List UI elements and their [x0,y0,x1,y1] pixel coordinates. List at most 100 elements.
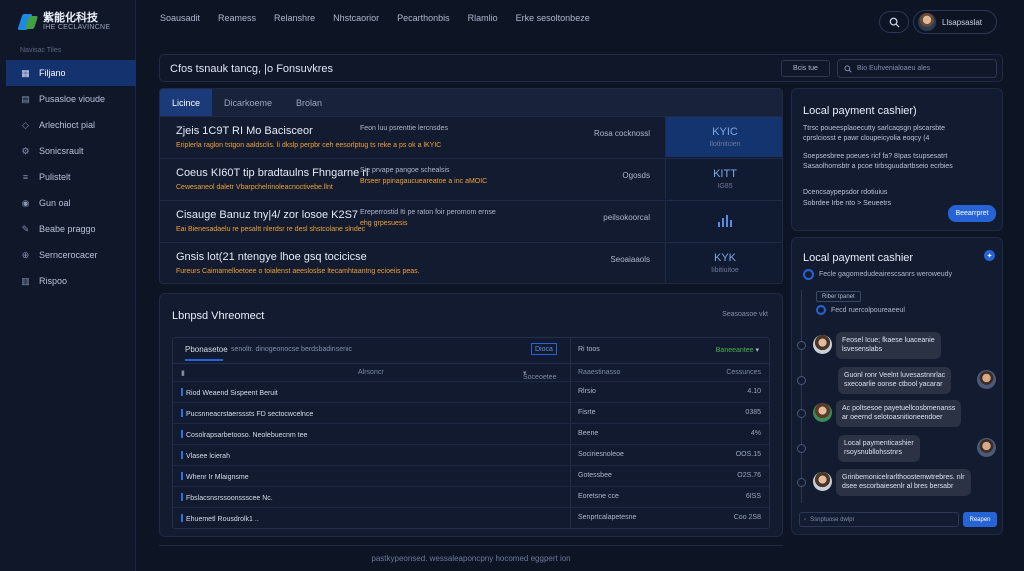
license-subtitle: Eai Bienesadaelu re pesaltt nlerdsr re d… [176,226,366,233]
topnav-link-0[interactable]: Soausadit [160,13,200,23]
timeline-dot-icon [797,409,806,418]
topnav-link-3[interactable]: Nhstcaorior [333,13,379,23]
table-row[interactable]: Riod Weaend Sispeent Beruit Rlrsio 4.10 [173,381,769,402]
sidebar-item-0[interactable]: ▦ Filjano [6,60,136,86]
list-right-select[interactable]: Baneeantee ▾ [716,346,759,354]
license-row[interactable]: Cisauge Banuz tny|4/ zor losoe K2S7 Eai B… [160,200,782,241]
table-row[interactable]: Cosolrapsarbetooso. Neolebuecnm tee Beene… [173,423,769,444]
sidebar-item-label: Filjano [39,68,66,78]
list-badge[interactable]: Dioca [531,343,557,355]
list-title: Lbnpsd Vhreomect [172,310,265,322]
sidebar-item-7[interactable]: ⊕ Serncerocacer [6,242,136,268]
table-row[interactable]: Fbslacsnsrssoonssscee Nc. Eoretsne cce 6IS… [173,486,769,507]
license-badge[interactable] [665,201,782,241]
row-status: Eoretsne cce [578,493,619,500]
list-tab[interactable]: Pbonasetoe [185,345,228,354]
license-tab-2[interactable]: Brolan [284,89,334,116]
sidebar-item-5[interactable]: ◉ Gun oal [6,190,136,216]
topnav-link-6[interactable]: Erke sesoltonbeze [516,13,590,23]
license-badge[interactable]: KYIC Ilotinitcien [665,117,782,157]
license-row[interactable]: Coeus KI60T tip bradtaulns Fhngarne rl Ce… [160,158,782,199]
banner-search-placeholder: Bio Euhvenialoaeu ales [857,65,931,72]
sidebar-item-2[interactable]: ◇ Arlechioct pial [6,112,136,138]
license-badge[interactable]: KITT IG85 [665,159,782,199]
logo[interactable]: 紫能化科技 IHE CECLAVINCNE [17,11,110,32]
table-row[interactable]: Ehuemetl Rousdrolk1 .. Senprtcalapetesne C… [173,507,769,528]
list-subtitle: senoltr. dinogeonocse berdsbadinsenic [231,346,353,353]
license-badge[interactable]: KYK Iibitiuitoe [665,243,782,283]
table-row[interactable]: Pucsnneacrstaersssts FD sectocwcelnce Fis… [173,402,769,423]
chat-avatar [813,472,832,491]
chat-online-status: Fecle gagomedudeairescsanrs weroweudy [803,269,952,280]
sidebar-item-4[interactable]: ≡ Pulistelt [6,164,136,190]
topnav-link-2[interactable]: Relanshre [274,13,315,23]
license-badge-label: Iibitiuitoe [711,267,739,274]
chat-message: Ac poltsesoe payetuellcosbmenanss ar oeer… [836,400,962,427]
search-icon [844,64,852,73]
chat-input-placeholder: Ssnptuose dwlpr [810,516,855,523]
license-tabs: Licince Dicarkoeme Brolan [160,89,782,116]
license-tab-1[interactable]: Dicarkoeme [212,89,284,116]
user-avatar [918,13,936,31]
sidebar-item-1[interactable]: ▤ Pusasloe vioude [6,86,136,112]
license-row[interactable]: Zjeis 1C9T RI Mo Bacisceor Eriplerla ragl… [160,116,782,157]
chat-message: Grinbemonicelrarlthoostemwtrebres. nlr ds… [836,469,971,496]
chat-message-line: sxecoarlie oonse ctbool yacarar [844,381,943,389]
table-row[interactable]: Vlasee lcierah Sociriesnoleoe OOS.15 [173,444,769,465]
sidebar-item-label: Beabe praggo [39,224,96,234]
table-row[interactable]: Whenr Ir Mlaignsme Gotessbee O2S.76 [173,465,769,486]
footer: pastkypeonsed. wessaleaponcpny hocomed e… [159,545,783,563]
payment-card-line: Dcencsaypepsdor rdotiuius [803,189,888,196]
row-status: Gotessbee [578,472,612,479]
top-navigation: Soausadit Reamess Relanshre Nhstcaorior Peca… [160,13,590,23]
chat-input[interactable]: ▫ Ssnptuose dwlpr [799,512,959,527]
bar-chart-icon [718,215,732,227]
col-header-1: Alrsoncr [358,369,384,376]
timeline-dot-icon [797,444,806,453]
topnav-link-1[interactable]: Reamess [218,13,256,23]
payment-card-line: Sasaolhomsbtr a pcoe tirbsguudartbseio e… [803,163,953,170]
row-value: Coo 2S8 [733,514,761,521]
chat-settings-icon[interactable]: ✦ [984,250,995,261]
payment-card-button[interactable]: Beearrpret [948,205,996,222]
topnav-link-5[interactable]: Rlamlio [468,13,498,23]
row-value: 4% [750,430,761,437]
chat-system-message: Fecd ruercolpoureaeeul [816,305,905,315]
user-menu[interactable]: Llsapsaslat [913,10,997,34]
license-status: Ogosds [622,171,650,180]
sidebar-item-3[interactable]: ⚙ Sonicsrault [6,138,136,164]
timeline-dot-icon [797,341,806,350]
list-tab-underline [185,359,223,361]
row-name: Ehuemetl Rousdrolk1 .. [181,514,259,523]
license-tab-0[interactable]: Licince [160,89,213,116]
list-table: Pbonasetoe senoltr. dinogeonocse berdsba… [172,337,770,529]
banner-search-input[interactable]: Bio Euhvenialoaeu ales [837,59,997,78]
list-meta: Seasoasoe vkt [722,311,768,318]
chat-tag: Riber tpanet [816,291,861,302]
chat-message-line: Local paymenticashier [844,440,914,447]
chat-send-button[interactable]: Reapen [963,512,997,527]
license-description: Feon luu psrenttie lercnsdes [360,125,448,132]
search-button[interactable] [879,11,909,33]
license-badge-code: KYK [713,252,736,264]
payment-card-line: Ttrsc poueesplaoecutty sarlcaqsgn plscar… [803,125,946,132]
license-description: Ereperrostid Iti pe raton foir peromom e… [360,209,496,216]
list-icon: ≡ [22,171,29,182]
row-name: Riod Weaend Sispeent Beruit [181,388,278,397]
banner-button[interactable]: Bcis tue [781,60,830,77]
sidebar-section-label: Navisac Tiles [20,47,62,54]
row-status: Sociriesnoleoe [578,451,624,458]
topnav-link-4[interactable]: Pecarthonbis [397,13,450,23]
sidebar-item-8[interactable]: ▥ Rispoo [6,268,136,294]
document-icon: ▤ [21,93,30,104]
license-status: peilsokoorcal [603,213,650,222]
sidebar-item-6[interactable]: ✎ Beabe praggo [6,216,136,242]
list-column-headers: ▮ Alrsoncr Soceoetee ▾ Raaestinasso Cess… [173,363,769,381]
chevron-down-icon: ▾ [755,347,759,354]
license-row[interactable]: Gnsis lot(21 ntengye lhoe gsq tocicicse F… [160,242,782,283]
logo-mark-icon [17,12,39,32]
brand-title: 紫能化科技 [43,11,98,24]
license-badge-code: KYIC [712,126,738,138]
col-header-2[interactable]: Soceoetee ▾ [523,369,556,381]
license-name: Cisauge Banuz tny|4/ zor losoe K2S7 [176,209,359,221]
